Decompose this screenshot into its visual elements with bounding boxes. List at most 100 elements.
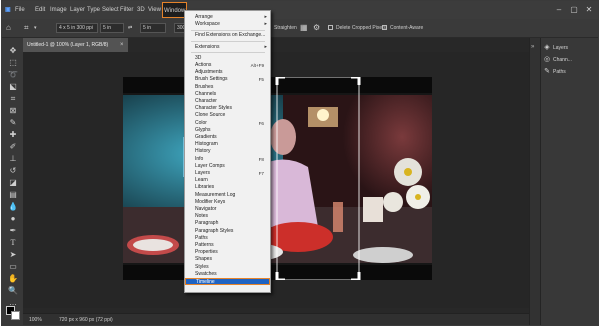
window-menu-item-brush-settings[interactable]: Brush Settings F5 [185, 76, 270, 83]
menu-item-label: Styles [195, 263, 209, 270]
lasso-tool-icon[interactable]: ➰ [7, 70, 19, 80]
window-menu-item-workspace[interactable]: Workspace ▸ [185, 21, 270, 28]
rectangle-tool-icon[interactable]: ▭ [7, 262, 19, 272]
window-menu-item-character[interactable]: Character [185, 98, 270, 105]
window-menu-item-extensions[interactable]: Extensions ▸ [185, 44, 270, 51]
menu-edit[interactable]: Edit [35, 1, 45, 19]
window-menu-item-modifier-keys[interactable]: Modifier Keys [185, 199, 270, 206]
move-tool-icon[interactable]: ✥ [7, 46, 19, 56]
menu-layer[interactable]: Layer [70, 1, 85, 19]
window-menu-item-timeline[interactable]: Timeline [185, 278, 270, 286]
menu-select[interactable]: Select [102, 1, 119, 19]
panel-channels[interactable]: ◎ Chann... [544, 54, 598, 66]
pen-tool-icon[interactable]: ✒ [7, 226, 19, 236]
window-menu-item-character-styles[interactable]: Character Styles [185, 105, 270, 112]
tool-preset-chevron-icon[interactable]: ▾ [34, 23, 37, 33]
gradient-tool-icon[interactable]: ▤ [7, 190, 19, 200]
window-menu-item-glyphs[interactable]: Glyphs [185, 127, 270, 134]
window-menu-item-history[interactable]: History [185, 148, 270, 155]
window-menu-item-paths[interactable]: Paths [185, 235, 270, 242]
window-menu-item-learn[interactable]: Learn [185, 177, 270, 184]
menu-item-label: Histogram [195, 141, 218, 148]
window-menu-item-gradients[interactable]: Gradients [185, 134, 270, 141]
window-menu-item-layers[interactable]: Layers F7 [185, 170, 270, 177]
frame-tool-icon[interactable]: ⊠ [7, 106, 19, 116]
zoom-tool-icon[interactable]: 🔍 [7, 286, 19, 296]
window-menu-item-patterns[interactable]: Patterns [185, 242, 270, 249]
swap-icon[interactable]: ⇄ [128, 23, 132, 33]
window-menu-item-arrange[interactable]: Arrange ▸ [185, 14, 270, 21]
window-menu-item-properties[interactable]: Properties [185, 249, 270, 256]
history-brush-icon[interactable]: ↺ [7, 166, 19, 176]
minimize-icon[interactable]: – [552, 4, 566, 15]
menu-item-label: Gradients [195, 134, 217, 140]
window-menu-item-shapes[interactable]: Shapes [185, 256, 270, 263]
document-tab[interactable]: Untitled-1 @ 100% (Layer 1, RGB/8) × [23, 38, 128, 52]
menu-3d[interactable]: 3D [137, 1, 145, 19]
dodge-tool-icon[interactable]: ● [7, 214, 19, 224]
window-menu-item-channels[interactable]: Channels [185, 91, 270, 98]
width-field[interactable]: 5 in [100, 23, 124, 33]
zoom-level[interactable]: 100% [29, 314, 42, 325]
menu-item-label: Character Styles [195, 105, 232, 112]
window-menu-item-info[interactable]: Info F8 [185, 156, 270, 163]
window-menu-item-histogram[interactable]: Histogram [185, 141, 270, 148]
window-menu-item-brushes[interactable]: Brushes [185, 84, 270, 91]
window-menu-item-measurement-log[interactable]: Measurement Log [185, 192, 270, 199]
maximize-icon[interactable]: ▢ [567, 4, 581, 15]
clone-stamp-icon[interactable]: ⊥ [7, 154, 19, 164]
hand-tool-icon[interactable]: ✋ [7, 274, 19, 284]
collapse-arrows-icon[interactable]: » [531, 44, 534, 50]
blur-tool-icon[interactable]: 💧 [7, 202, 19, 212]
document-image[interactable] [123, 77, 432, 280]
eraser-tool-icon[interactable]: ◪ [7, 178, 19, 188]
window-menu-item-swatches[interactable]: Swatches [185, 271, 270, 278]
menu-filter[interactable]: Filter [120, 1, 133, 19]
panel-paths[interactable]: ✎ Paths [544, 66, 598, 78]
crop-tool-icon[interactable]: ⌗ [7, 94, 19, 104]
window-menu-item-styles[interactable]: Styles [185, 264, 270, 271]
eyedropper-tool-icon[interactable]: ✎ [7, 118, 19, 128]
object-select-tool-icon[interactable]: ⬕ [7, 82, 19, 92]
healing-brush-icon[interactable]: ✚ [7, 130, 19, 140]
type-tool-icon[interactable]: T [7, 238, 19, 248]
menu-type[interactable]: Type [87, 1, 100, 19]
submenu-arrow-icon: ▸ [264, 21, 267, 28]
delete-cropped-checkbox[interactable] [328, 25, 333, 30]
window-menu-item-clone-source[interactable]: Clone Source [185, 112, 270, 119]
window-menu-item-3d[interactable]: 3D [185, 55, 270, 62]
options-bar: ⌂ ⌗ ▾ 4 x 5 in 300 ppi 5 in ⇄ 5 in 300 S… [2, 19, 598, 38]
window-menu-item-notes[interactable]: Notes [185, 213, 270, 220]
content-aware-checkbox[interactable] [382, 25, 387, 30]
window-menu-item-paragraph[interactable]: Paragraph [185, 220, 270, 227]
ratio-select[interactable]: 4 x 5 in 300 ppi [56, 23, 98, 33]
menu-item-label: Extensions [195, 43, 220, 50]
close-icon[interactable]: ✕ [582, 4, 596, 15]
path-select-icon[interactable]: ➤ [7, 250, 19, 260]
window-menu-item-libraries[interactable]: Libraries [185, 184, 270, 191]
overlay-grid-icon[interactable]: ▦ [300, 23, 308, 33]
menu-image[interactable]: Image [50, 1, 67, 19]
crop-tool-icon[interactable]: ⌗ [24, 23, 29, 33]
panel-layers[interactable]: ◈ Layers [544, 42, 598, 54]
window-menu-item-actions[interactable]: Actions Alt+F9 [185, 62, 270, 69]
window-menu-item-find-extensions-on-exchange[interactable]: Find Extensions on Exchange... [185, 32, 270, 39]
window-menu-item-navigator[interactable]: Navigator [185, 206, 270, 213]
menu-view[interactable]: View [148, 1, 161, 19]
document-size[interactable]: 720 px x 960 px (72 ppi) [59, 314, 113, 325]
menu-item-label: Character [195, 98, 217, 104]
brush-tool-icon[interactable]: ✐ [7, 142, 19, 152]
straighten-label[interactable]: Straighten [274, 23, 297, 33]
menu-file[interactable]: File [15, 1, 25, 19]
close-tab-icon[interactable]: × [120, 38, 124, 52]
gear-icon[interactable]: ⚙ [313, 23, 320, 33]
home-icon[interactable]: ⌂ [6, 23, 11, 33]
window-menu-item-paragraph-styles[interactable]: Paragraph Styles [185, 228, 270, 235]
height-field[interactable]: 5 in [140, 23, 166, 33]
background-color-swatch[interactable] [11, 311, 20, 320]
marquee-tool-icon[interactable]: ⬚ [7, 58, 19, 68]
window-menu-item-adjustments[interactable]: Adjustments [185, 69, 270, 76]
window-menu-item-color[interactable]: Color F6 [185, 120, 270, 127]
status-bar: 100% 720 px x 960 px (72 ppi) [23, 313, 529, 325]
window-menu-item-layer-comps[interactable]: Layer Comps [185, 163, 270, 170]
